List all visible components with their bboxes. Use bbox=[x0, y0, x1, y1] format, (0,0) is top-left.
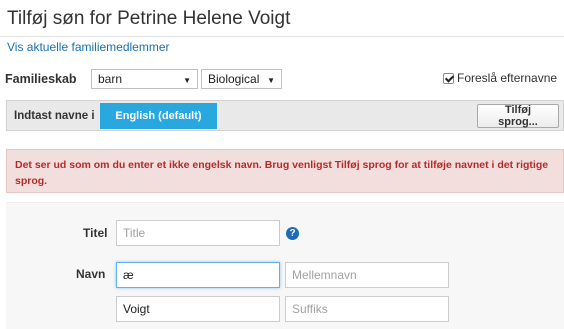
language-warning-alert: Det ser ud som om du enter et ikke engel… bbox=[6, 149, 564, 193]
relationship-label: Familieskab bbox=[5, 72, 77, 86]
tab-english-default[interactable]: English (default) bbox=[100, 103, 217, 129]
suggest-surnames-option[interactable]: Foreslå efternavne bbox=[443, 71, 557, 85]
name-field-label: Navn bbox=[76, 267, 106, 281]
biological-value: Biological bbox=[208, 72, 260, 86]
question-circle-icon[interactable]: ? bbox=[286, 227, 299, 240]
title-divider bbox=[0, 36, 564, 37]
language-label: Indtast navne i bbox=[14, 110, 95, 122]
family-members-link[interactable]: Vis aktuelle familiemedlemmer bbox=[7, 40, 170, 54]
last-name-input[interactable]: Voigt bbox=[116, 296, 280, 322]
page-title: Tilføj søn for Petrine Helene Voigt bbox=[7, 8, 291, 29]
relationship-type-value: barn bbox=[98, 72, 123, 86]
suggest-surnames-checkbox[interactable] bbox=[443, 72, 454, 84]
language-bar: Indtast navne i English (default) Tilføj… bbox=[6, 100, 564, 131]
suggest-surnames-label: Foreslå efternavne bbox=[457, 71, 558, 85]
relationship-row: Familieskab barn ▼ Biological ▼ Foreslå … bbox=[0, 69, 564, 91]
relationship-type-select[interactable]: barn ▼ bbox=[91, 69, 198, 89]
first-name-input[interactable]: æ bbox=[116, 262, 280, 288]
chevron-down-icon: ▼ bbox=[183, 76, 191, 85]
add-language-button[interactable]: Tilføj sprog... bbox=[477, 104, 559, 128]
middle-name-input[interactable]: Mellemnavn bbox=[285, 262, 449, 288]
chevron-down-icon: ▼ bbox=[267, 76, 275, 85]
suffix-input[interactable]: Suffiks bbox=[285, 296, 449, 322]
biological-select[interactable]: Biological ▼ bbox=[201, 69, 282, 89]
title-input[interactable]: Title bbox=[116, 220, 280, 246]
title-field-label: Titel bbox=[83, 226, 108, 240]
